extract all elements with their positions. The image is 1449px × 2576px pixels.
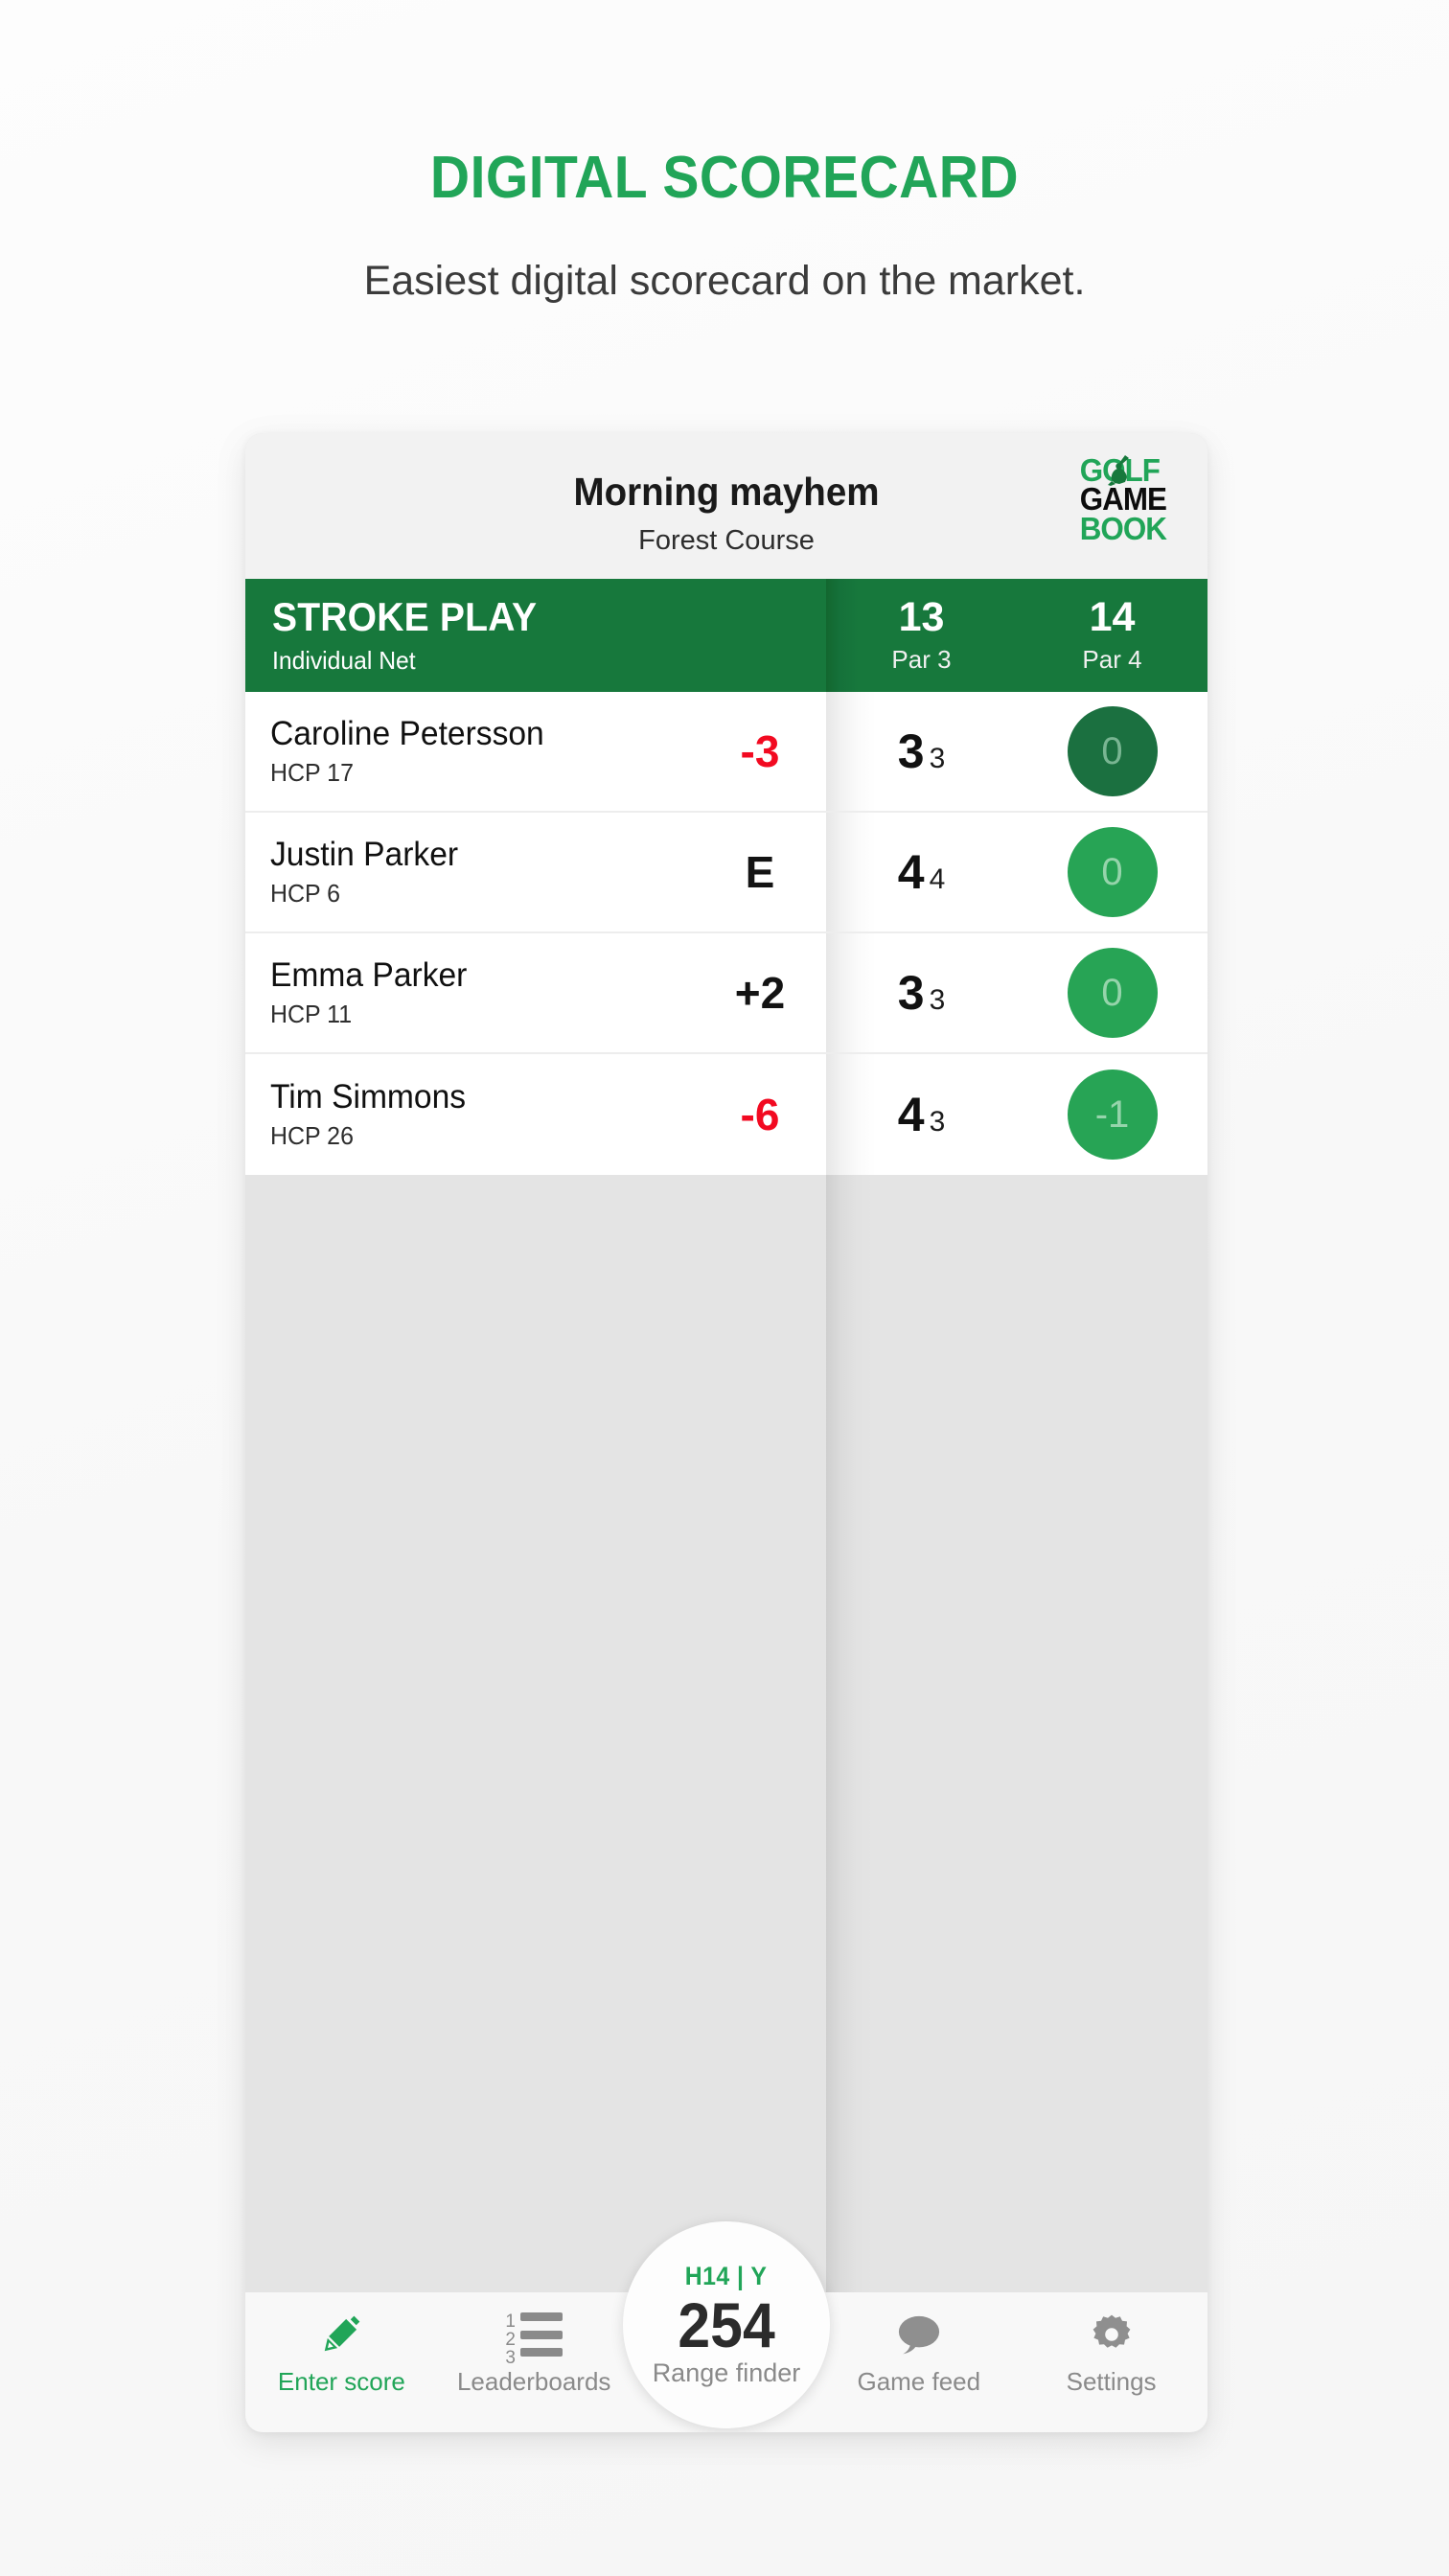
player-rows: Caroline Petersson HCP 17 -3 3 3 0 Justi… xyxy=(245,692,1208,1175)
format-subtitle: Individual Net xyxy=(272,646,416,675)
format-label-group: STROKE PLAY Individual Net xyxy=(245,579,826,692)
hole-headers: 13 Par 3 14 Par 4 xyxy=(826,579,1208,692)
score-cell-hole-13[interactable]: 4 3 xyxy=(826,1054,1017,1175)
hole-header-13[interactable]: 13 Par 3 xyxy=(826,579,1017,692)
bottom-navigation-bar: Enter score 123 Leaderboards Range finde… xyxy=(245,2221,1208,2432)
table-row[interactable]: Caroline Petersson HCP 17 -3 3 3 0 xyxy=(245,692,1208,813)
player-name: Tim Simmons xyxy=(270,1077,467,1116)
player-name-group: Emma Parker HCP 11 xyxy=(245,956,711,1029)
player-info-cell[interactable]: Caroline Petersson HCP 17 -3 xyxy=(245,692,826,811)
net-score: 3 xyxy=(929,1106,946,1138)
hole-number: 13 xyxy=(898,593,945,640)
nav-item-settings[interactable]: Settings xyxy=(1015,2310,1208,2397)
scorecard-app-card: Morning mayhem Forest Course GOLF GAME B… xyxy=(245,433,1208,2432)
page-root: DIGITAL SCORECARD Easiest digital scorec… xyxy=(0,0,1449,2576)
player-name: Justin Parker xyxy=(270,835,459,873)
net-score: 4 xyxy=(929,863,946,895)
format-header-bar: STROKE PLAY Individual Net 13 Par 3 14 P… xyxy=(245,579,1208,692)
player-name: Emma Parker xyxy=(270,955,468,994)
player-info-cell[interactable]: Tim Simmons HCP 26 -6 xyxy=(245,1054,826,1175)
player-info-cell[interactable]: Emma Parker HCP 11 +2 xyxy=(245,933,826,1052)
net-score: 3 xyxy=(929,984,946,1016)
player-handicap: HCP 6 xyxy=(270,879,341,908)
score-cell-hole-14[interactable]: 0 xyxy=(1017,813,1208,932)
page-subtitle: Easiest digital scorecard on the market. xyxy=(363,258,1086,304)
table-row[interactable]: Emma Parker HCP 11 +2 3 3 0 xyxy=(245,933,1208,1054)
score-cell-hole-14[interactable]: 0 xyxy=(1017,933,1208,1052)
hole-par: Par 3 xyxy=(891,644,952,674)
chat-bubble-icon xyxy=(895,2310,943,2359)
score-cell-hole-14[interactable]: 0 xyxy=(1017,692,1208,811)
bubble-value: -1 xyxy=(1094,1092,1130,1136)
player-info-cell[interactable]: Justin Parker HCP 6 E xyxy=(245,813,826,932)
table-row[interactable]: Justin Parker HCP 6 E 4 4 0 xyxy=(245,813,1208,933)
gross-score: 3 xyxy=(897,966,925,1020)
score-bubble: 0 xyxy=(1067,827,1158,917)
net-score: 3 xyxy=(929,743,946,774)
empty-left-pane xyxy=(245,1175,826,2292)
format-title: STROKE PLAY xyxy=(272,594,538,639)
range-finder-hole-unit: H14 | Y xyxy=(685,2261,768,2290)
player-scores-cell: 3 3 0 xyxy=(826,692,1208,811)
empty-right-pane xyxy=(826,1175,1208,2292)
page-title: DIGITAL SCORECARD xyxy=(429,145,1020,211)
player-name-group: Justin Parker HCP 6 xyxy=(245,836,711,908)
player-scores-cell: 3 3 0 xyxy=(826,933,1208,1052)
score-bubble: 0 xyxy=(1067,948,1158,1038)
nav-item-enter-score[interactable]: Enter score xyxy=(245,2310,438,2397)
player-name: Caroline Petersson xyxy=(270,714,544,752)
score-cell-hole-13[interactable]: 3 3 xyxy=(826,933,1017,1052)
player-name-group: Caroline Petersson HCP 17 xyxy=(245,715,711,788)
game-title: Morning mayhem xyxy=(573,470,880,514)
gear-icon xyxy=(1089,2310,1135,2359)
stroke-score: 4 4 xyxy=(898,848,946,896)
range-finder-label: Range finder xyxy=(652,2358,801,2388)
player-handicap: HCP 17 xyxy=(270,758,354,788)
stroke-score: 3 3 xyxy=(898,727,946,775)
player-total-score: +2 xyxy=(734,968,786,1018)
bubble-value: 0 xyxy=(1101,850,1123,893)
bubble-value: 0 xyxy=(1101,729,1123,772)
scorecard-header: Morning mayhem Forest Course GOLF GAME B… xyxy=(245,433,1208,579)
player-handicap: HCP 26 xyxy=(270,1121,354,1151)
logo-line-book: BOOK xyxy=(1079,510,1167,546)
numbered-list-icon: 123 xyxy=(505,2310,563,2367)
nav-label: Game feed xyxy=(857,2367,981,2396)
score-cell-hole-13[interactable]: 3 3 xyxy=(826,692,1017,811)
player-handicap: HCP 11 xyxy=(270,1000,353,1029)
player-total-score: E xyxy=(745,847,775,897)
nav-label: Settings xyxy=(1066,2367,1157,2396)
nav-item-game-feed[interactable]: Game feed xyxy=(822,2310,1015,2397)
table-row[interactable]: Tim Simmons HCP 26 -6 4 3 -1 xyxy=(245,1054,1208,1175)
bubble-value: 0 xyxy=(1101,971,1123,1014)
nav-label: Leaderboards xyxy=(456,2367,611,2396)
player-scores-cell: 4 4 0 xyxy=(826,813,1208,932)
nav-label: Enter score xyxy=(277,2367,405,2396)
score-cell-hole-14[interactable]: -1 xyxy=(1017,1054,1208,1175)
empty-scorecard-area xyxy=(245,1175,1208,2292)
range-finder-distance: 254 xyxy=(678,2288,775,2360)
stroke-score: 3 3 xyxy=(898,969,946,1017)
score-cell-hole-13[interactable]: 4 4 xyxy=(826,813,1017,932)
hole-par: Par 4 xyxy=(1082,644,1142,674)
player-total-score: -3 xyxy=(740,726,780,776)
hole-header-14[interactable]: 14 Par 4 xyxy=(1017,579,1208,692)
course-name: Forest Course xyxy=(638,525,815,556)
score-bubble: -1 xyxy=(1067,1070,1158,1160)
range-finder-button[interactable]: H14 | Y 254 Range finder xyxy=(623,2221,830,2428)
golf-gamebook-logo: GOLF GAME BOOK xyxy=(1077,454,1181,546)
hole-number: 14 xyxy=(1089,593,1136,640)
gross-score: 3 xyxy=(897,724,925,778)
score-bubble: 0 xyxy=(1067,706,1158,796)
nav-item-leaderboards[interactable]: 123 Leaderboards xyxy=(438,2310,631,2397)
player-total-score: -6 xyxy=(740,1090,780,1139)
gross-score: 4 xyxy=(897,845,925,899)
gross-score: 4 xyxy=(897,1088,925,1141)
stroke-score: 4 3 xyxy=(898,1091,946,1138)
marketing-headline-block: DIGITAL SCORECARD Easiest digital scorec… xyxy=(0,144,1449,305)
pencil-icon xyxy=(319,2310,363,2359)
player-scores-cell: 4 3 -1 xyxy=(826,1054,1208,1175)
player-name-group: Tim Simmons HCP 26 xyxy=(245,1078,711,1151)
